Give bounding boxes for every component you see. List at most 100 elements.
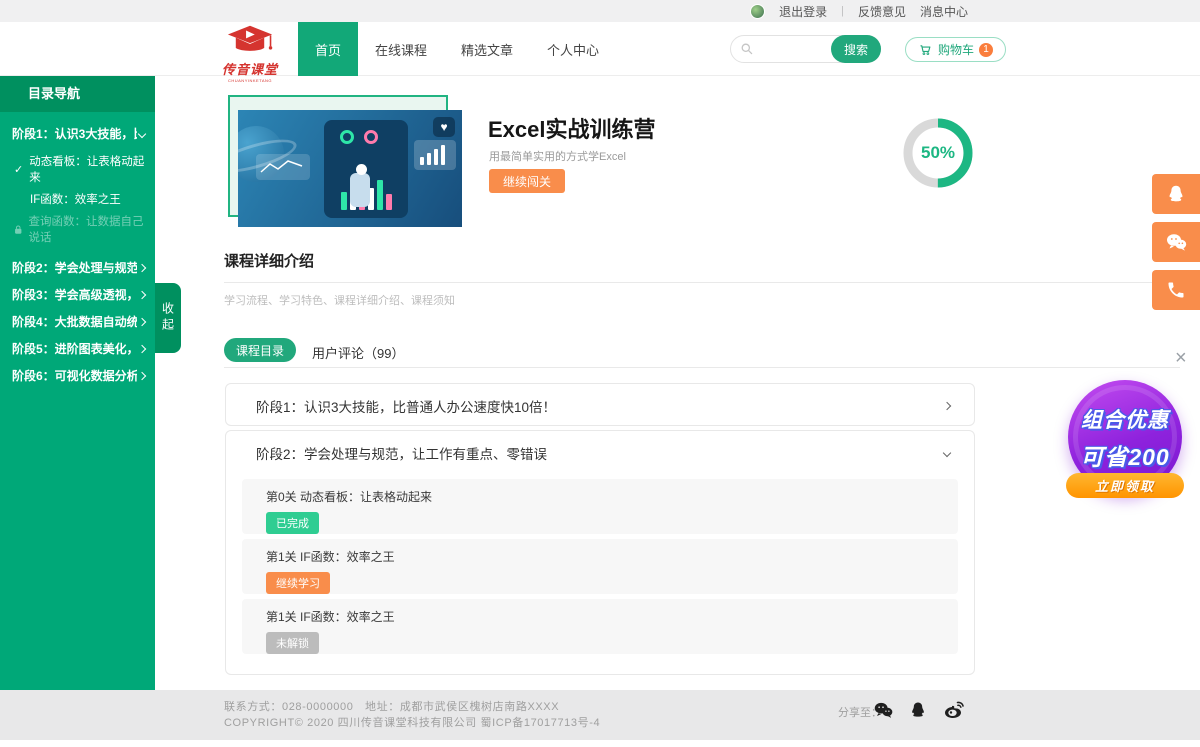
detail-description: 学习流程、学习特色、课程详细介绍、课程须知 — [224, 292, 455, 308]
course-subtitle: 用最简单实用的方式学Excel — [489, 148, 626, 164]
wechat-contact-button[interactable] — [1152, 222, 1200, 262]
qq-icon — [1165, 183, 1187, 205]
astronaut-illustration — [350, 173, 370, 207]
divider — [224, 367, 1180, 368]
sidebar-stage-1[interactable]: 阶段1：认识3大技能，比普通人... — [0, 112, 155, 148]
nav-item-articles[interactable]: 精选文章 — [444, 22, 530, 76]
search-button[interactable]: 搜索 — [831, 35, 881, 63]
promo-line-2: 可省200 — [1068, 438, 1182, 472]
accordion-stage-1-title: 阶段1：认识3大技能，比普通人办公速度快10倍！ — [256, 396, 556, 416]
nav-item-courses[interactable]: 在线课程 — [358, 22, 444, 76]
line-chart-chip — [256, 154, 310, 180]
lesson-row-0[interactable]: 第0关 动态看板：让表格动起来 已完成 — [242, 479, 958, 534]
sidebar-stage-4[interactable]: 阶段4：大批数据自动统计分析，... — [0, 308, 155, 335]
accordion-stage-1: 阶段1：认识3大技能，比普通人办公速度快10倍！ — [225, 383, 975, 426]
lesson-title: 第1关 IF函数：效率之王 — [266, 608, 934, 625]
sidebar-title: 目录导航 — [0, 76, 155, 112]
donut-chart-pink — [364, 130, 378, 144]
cart-button[interactable]: 购物车 1 — [905, 37, 1006, 62]
footer: 联系方式：028-0000000 地址：成都市武侯区槐树店南路XXXX COPY… — [0, 690, 1200, 740]
tab-user-comments[interactable]: 用户评论（99） — [312, 343, 404, 362]
messages-link[interactable]: 消息中心 — [920, 3, 968, 20]
chevron-right-icon — [138, 371, 146, 379]
phone-contact-button[interactable] — [1152, 270, 1200, 310]
wechat-share-icon[interactable] — [872, 699, 894, 721]
detail-heading: 课程详细介绍 — [224, 250, 314, 271]
course-cover-image[interactable]: ♥ — [238, 110, 462, 227]
check-icon: ✓ — [14, 163, 23, 176]
logo-cap-icon — [224, 25, 276, 55]
donut-chart-green — [340, 130, 354, 144]
qq-contact-button[interactable] — [1152, 174, 1200, 214]
cart-label: 购物车 — [938, 41, 974, 58]
accordion-stage-1-header[interactable]: 阶段1：认识3大技能，比普通人办公速度快10倍！ — [226, 384, 974, 427]
nav-item-profile[interactable]: 个人中心 — [530, 22, 616, 76]
astronaut-head — [356, 164, 367, 175]
logout-link[interactable]: 退出登录 — [779, 3, 827, 20]
navbar: 传音课堂 CHUANYINKETANG 首页 在线课程 精选文章 个人中心 搜索… — [0, 22, 1200, 76]
sidebar-stage-1-items: ✓ 动态看板：让表格动起来 IF函数：效率之王 查询函数：让数据自己说话 — [0, 148, 155, 254]
weibo-share-icon[interactable] — [942, 698, 966, 722]
promo-claim-button[interactable]: 立即领取 — [1066, 473, 1184, 498]
divider — [224, 282, 1180, 283]
page: 退出登录 | 反馈意见 消息中心 传音课堂 CHUANYINKETANG 首页 … — [0, 0, 1200, 747]
chevron-down-icon — [138, 129, 146, 137]
topbar-divider: | — [841, 5, 844, 17]
search-input[interactable] — [759, 37, 834, 61]
lesson-row-1[interactable]: 第1关 IF函数：效率之王 继续学习 — [242, 539, 958, 594]
lock-icon — [14, 224, 22, 235]
continue-challenge-button[interactable]: 继续闯关 — [489, 169, 565, 193]
main-nav: 首页 在线课程 精选文章 个人中心 — [298, 22, 616, 76]
chevron-right-icon — [138, 317, 146, 325]
footer-copyright: COPYRIGHT© 2020 四川传音课堂科技有限公司 蜀ICP备170177… — [224, 714, 600, 730]
accordion-stage-2-title: 阶段2：学会处理与规范，让工作有重点、零错误 — [256, 443, 547, 463]
cart-count-badge: 1 — [979, 43, 993, 57]
feedback-link[interactable]: 反馈意见 — [858, 3, 906, 20]
lesson-status-badge[interactable]: 已完成 — [266, 512, 319, 534]
search-icon — [739, 41, 755, 57]
footer-share-icons — [872, 698, 966, 722]
search-bar: 搜索 — [730, 35, 881, 63]
promo-close-icon[interactable]: × — [1175, 348, 1187, 368]
sidebar-stage-6[interactable]: 阶段6：可视化数据分析，帮老板... — [0, 362, 155, 389]
sidebar-stage-2[interactable]: 阶段2：学会处理与规范，让工作... — [0, 254, 155, 281]
chevron-right-icon — [943, 401, 951, 409]
lesson-title: 第0关 动态看板：让表格动起来 — [266, 488, 934, 505]
sidebar-collapse-button[interactable]: 收起 — [155, 283, 181, 353]
nav-item-home[interactable]: 首页 — [298, 22, 358, 76]
cart-icon — [918, 42, 933, 57]
promo-line-1: 组合优惠 — [1068, 404, 1182, 434]
donut-charts — [340, 130, 378, 144]
chevron-right-icon — [138, 290, 146, 298]
chevron-right-icon — [138, 344, 146, 352]
qq-share-icon[interactable] — [908, 700, 928, 720]
wechat-icon — [1164, 230, 1188, 254]
bar-chart-chip — [414, 140, 456, 170]
progress-percent-label: 50% — [900, 115, 976, 191]
logo-subtitle: CHUANYINKETANG — [213, 78, 287, 83]
footer-contact: 联系方式：028-0000000 地址：成都市武侯区槐树店南路XXXX — [224, 698, 559, 714]
sidebar-lesson-dashboard[interactable]: ✓ 动态看板：让表格动起来 — [0, 150, 155, 188]
sidebar-stage-1-label: 阶段1：认识3大技能，比普通人... — [12, 125, 137, 142]
sidebar-lesson-lookup[interactable]: 查询函数：让数据自己说话 — [0, 210, 155, 248]
top-utility-bar: 退出登录 | 反馈意见 消息中心 — [0, 0, 1200, 22]
lesson-row-2[interactable]: 第1关 IF函数：效率之王 未解锁 — [242, 599, 958, 654]
progress-ring: 50% — [900, 115, 976, 191]
catalog-sidebar: 目录导航 阶段1：认识3大技能，比普通人... ✓ 动态看板：让表格动起来 IF… — [0, 76, 155, 690]
accordion-stage-2: 阶段2：学会处理与规范，让工作有重点、零错误 第0关 动态看板：让表格动起来 已… — [225, 430, 975, 675]
favorite-heart-icon[interactable]: ♥ — [433, 117, 455, 137]
site-logo[interactable]: 传音课堂 CHUANYINKETANG — [213, 25, 287, 83]
course-title: Excel实战训练营 — [488, 112, 656, 144]
sidebar-stage-3[interactable]: 阶段3：学会高级透视，拥有同时... — [0, 281, 155, 308]
user-avatar[interactable] — [750, 4, 765, 19]
phone-icon — [1166, 280, 1186, 300]
lesson-status-badge[interactable]: 继续学习 — [266, 572, 330, 594]
sidebar-lesson-if[interactable]: IF函数：效率之王 — [0, 188, 155, 210]
lesson-status-badge[interactable]: 未解锁 — [266, 632, 319, 654]
chevron-down-icon — [943, 448, 951, 456]
sidebar-stage-5[interactable]: 阶段5：进阶图表美化，让汇报一... — [0, 335, 155, 362]
tab-course-catalog[interactable]: 课程目录 — [224, 338, 296, 362]
logo-title: 传音课堂 — [213, 59, 287, 78]
lesson-title: 第1关 IF函数：效率之王 — [266, 548, 934, 565]
accordion-stage-2-header[interactable]: 阶段2：学会处理与规范，让工作有重点、零错误 — [226, 431, 974, 474]
